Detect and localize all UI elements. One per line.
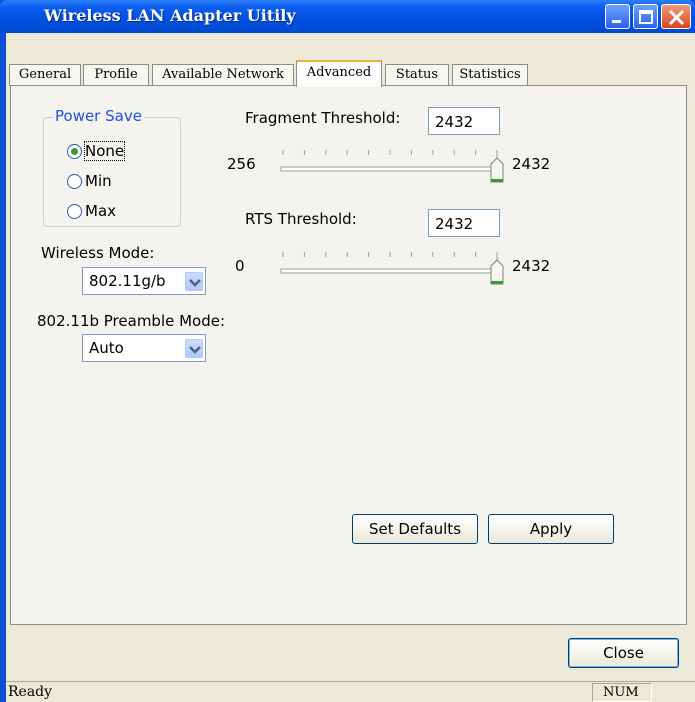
status-bar: Ready NUM: [6, 681, 695, 702]
radio-min-label: Min: [85, 172, 112, 190]
chevron-down-icon[interactable]: [185, 272, 203, 291]
radio-max[interactable]: Max: [67, 200, 116, 222]
slider-thumb[interactable]: [490, 157, 504, 183]
radio-none[interactable]: None: [67, 140, 126, 162]
rts-max-label: 2432: [512, 257, 551, 275]
tab-advanced[interactable]: Advanced: [296, 60, 382, 87]
fragment-min-label: 256: [227, 155, 256, 173]
fragment-threshold-label: Fragment Threshold:: [245, 109, 401, 127]
radio-none-label: None: [83, 141, 126, 161]
app-window: Wireless LAN Adapter Uitily General Prof…: [0, 0, 695, 702]
close-button[interactable]: Close: [568, 638, 679, 668]
client-area: General Profile Available Network Advanc…: [6, 33, 695, 702]
fragment-threshold-value: 2432: [435, 113, 474, 131]
window-title: Wireless LAN Adapter Uitily: [44, 6, 296, 25]
fragment-threshold-input[interactable]: 2432: [428, 107, 500, 135]
title-bar[interactable]: Wireless LAN Adapter Uitily: [0, 0, 695, 33]
preamble-mode-label: 802.11b Preamble Mode:: [37, 312, 226, 330]
close-icon: [668, 9, 685, 26]
set-defaults-button[interactable]: Set Defaults: [352, 514, 478, 544]
slider-track: [280, 268, 500, 274]
status-text: Ready: [8, 684, 53, 700]
tab-statistics[interactable]: Statistics: [452, 64, 528, 86]
advanced-panel: Power Save None Min Max Wireless Mode: 8…: [10, 85, 687, 625]
radio-none-button[interactable]: [67, 143, 82, 159]
slider-thumb-accent: [491, 281, 503, 284]
fragment-max-label: 2432: [512, 155, 551, 173]
slider-track: [280, 166, 500, 172]
apply-button[interactable]: Apply: [488, 514, 614, 544]
fragment-threshold-slider[interactable]: [267, 144, 507, 184]
minimize-icon: [612, 20, 621, 23]
power-save-legend: Power Save: [53, 107, 144, 125]
rts-threshold-input[interactable]: 2432: [428, 209, 500, 237]
chevron-down-icon[interactable]: [185, 339, 203, 358]
tab-available-network[interactable]: Available Network: [152, 64, 294, 86]
radio-max-label: Max: [85, 202, 117, 220]
radio-min-button[interactable]: [67, 173, 82, 189]
num-lock-indicator: NUM: [592, 683, 652, 702]
rts-threshold-slider[interactable]: [267, 246, 507, 286]
preamble-mode-value: Auto: [89, 339, 124, 357]
wireless-mode-value: 802.11g/b: [89, 272, 166, 290]
rts-threshold-label: RTS Threshold:: [245, 210, 357, 228]
rts-min-label: 0: [235, 257, 245, 275]
tab-general[interactable]: General: [9, 64, 81, 86]
wireless-mode-label: Wireless Mode:: [41, 244, 155, 262]
maximize-button[interactable]: [633, 4, 658, 29]
tab-status[interactable]: Status: [385, 64, 449, 86]
tab-profile[interactable]: Profile: [83, 64, 149, 86]
wireless-mode-select[interactable]: 802.11g/b: [82, 267, 206, 295]
preamble-mode-select[interactable]: Auto: [82, 334, 206, 362]
radio-min[interactable]: Min: [67, 170, 112, 192]
slider-thumb-accent: [491, 179, 503, 182]
maximize-icon: [639, 10, 653, 24]
close-window-button[interactable]: [661, 4, 691, 29]
slider-thumb[interactable]: [490, 259, 504, 285]
radio-max-button[interactable]: [67, 203, 82, 219]
rts-threshold-value: 2432: [435, 215, 474, 233]
minimize-button[interactable]: [605, 4, 630, 29]
